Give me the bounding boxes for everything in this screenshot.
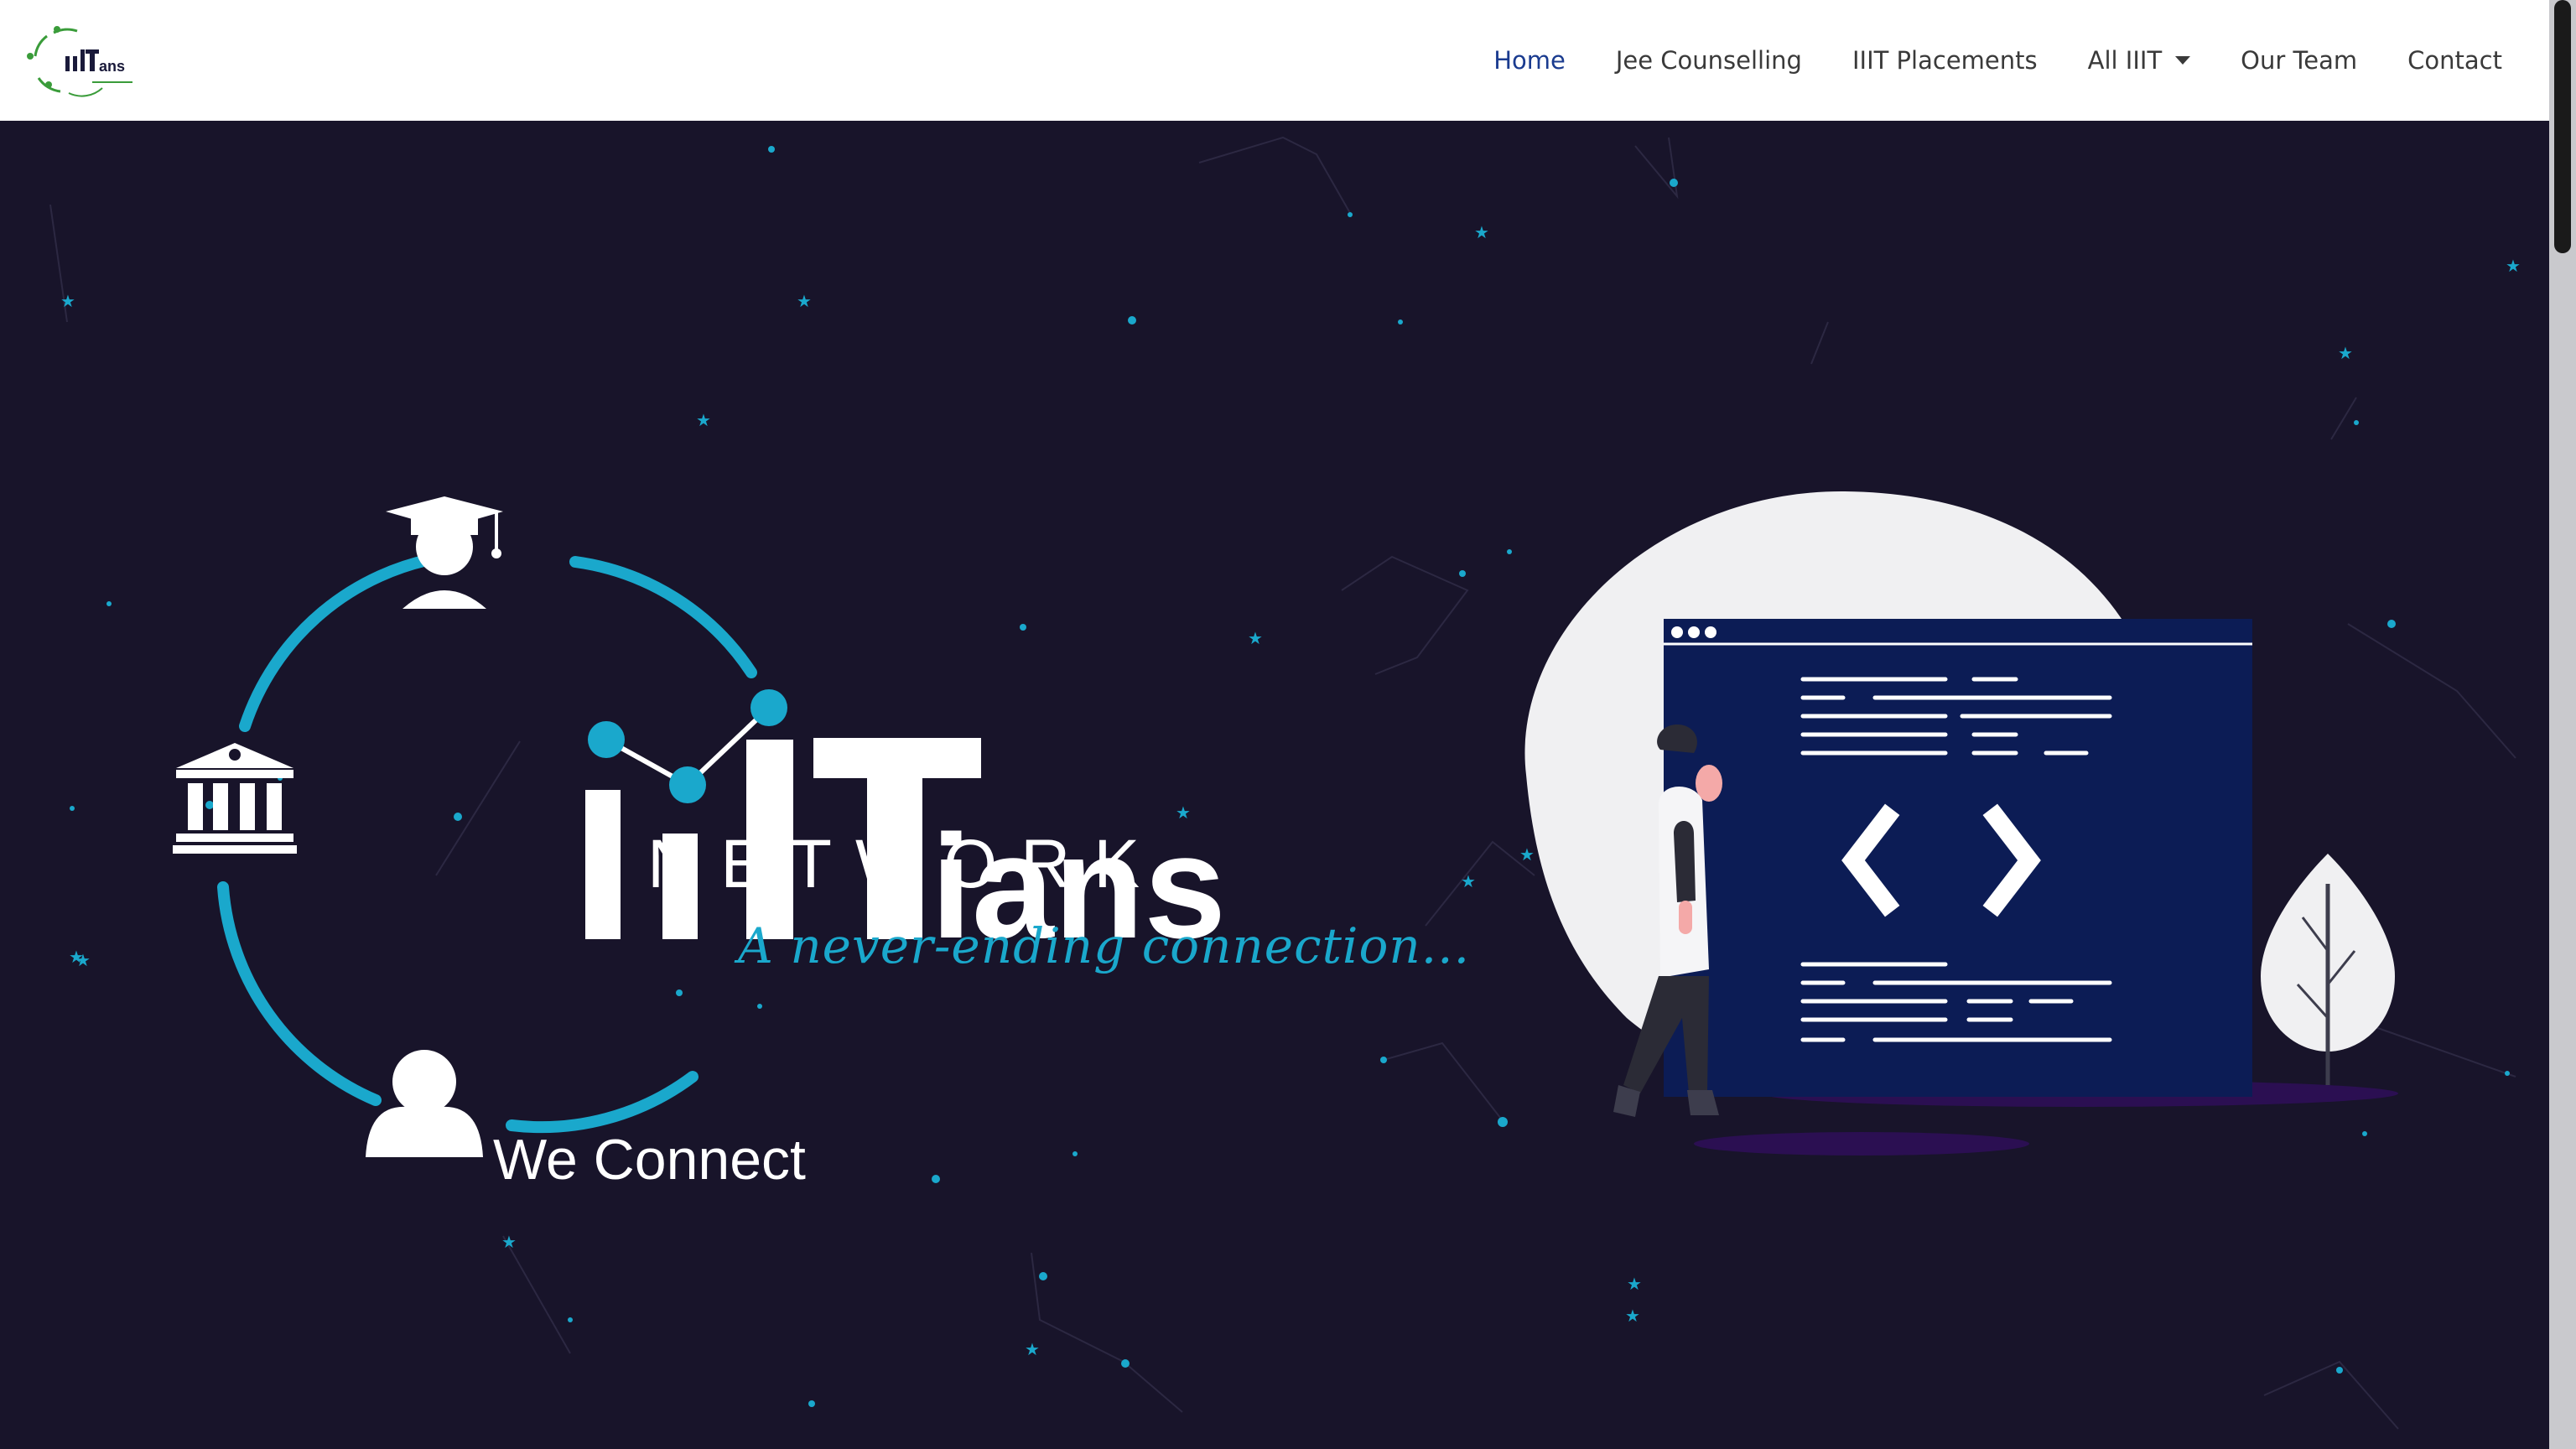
iiitians-logo-icon: ans — [27, 26, 132, 97]
iiitians-network-logo-graphic: ians — [173, 496, 1226, 1157]
svg-text:★: ★ — [1461, 871, 1476, 891]
svg-text:ans: ans — [99, 58, 125, 75]
nav-our-team-link[interactable]: Our Team — [2241, 46, 2357, 75]
svg-text:★: ★ — [1025, 1339, 1040, 1359]
nav-jee-counselling-link[interactable]: Jee Counselling — [1616, 46, 1802, 75]
svg-text:★: ★ — [1627, 1274, 1642, 1294]
svg-text:★: ★ — [797, 291, 812, 311]
nav-iiit-placements-link[interactable]: IIIT Placements — [1852, 46, 2038, 75]
graduate-icon — [386, 496, 503, 609]
svg-text:★: ★ — [2338, 343, 2353, 363]
svg-text:★: ★ — [1625, 1306, 1640, 1326]
nav-all-iiit-label: All IIIT — [2087, 46, 2163, 75]
nav-menu: Home Jee Counselling IIIT Placements All… — [1443, 0, 2502, 121]
caret-down-icon — [2175, 56, 2191, 65]
svg-text:★: ★ — [501, 1232, 517, 1252]
nav-home-link[interactable]: Home — [1493, 46, 1566, 75]
top-navbar: ans Home Jee Counselling IIIT Placements… — [0, 0, 2549, 121]
brand-logo-link[interactable]: ans — [25, 23, 143, 98]
page-scrollbar[interactable] — [2549, 0, 2576, 1449]
nav-contact-link[interactable]: Contact — [2407, 46, 2502, 75]
developer-code-window-illustration — [1524, 491, 2398, 1156]
svg-text:★: ★ — [1474, 222, 1489, 242]
hero-headline: We Connect — [493, 1128, 806, 1192]
nav-all-iiit-dropdown[interactable]: All IIIT — [2088, 46, 2191, 75]
hero-section: ★ ★ ★ ★ ★ ★ ★ ★ ★ ★ ★ ★ ★ ★ ★ ★ ★ — [0, 121, 2549, 1449]
logo-network-label: NETWORK — [647, 826, 1164, 902]
svg-text:★: ★ — [60, 291, 75, 311]
scrollbar-thumb[interactable] — [2554, 0, 2571, 253]
svg-text:★: ★ — [2506, 256, 2521, 276]
code-window — [1664, 619, 2252, 1097]
institution-icon — [173, 743, 297, 854]
leaf-tree-icon — [2261, 854, 2395, 1085]
svg-text:★: ★ — [75, 950, 91, 970]
hero-tagline: A never-ending connection... — [738, 917, 1471, 974]
user-icon — [366, 1050, 483, 1157]
